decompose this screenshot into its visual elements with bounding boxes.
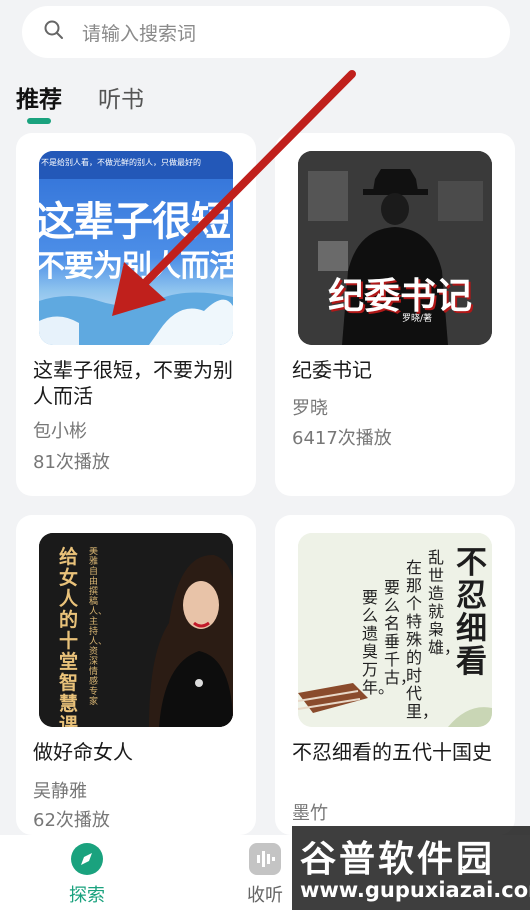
poem-line: 要么遗臭万年。 xyxy=(362,588,395,697)
book-cover: 给女人的十堂智慧课 美雅 自由撰稿人、主持人、资深情感专家 xyxy=(39,533,233,727)
audio-wave-icon xyxy=(249,843,281,875)
poem-line: 乱世造就枭雄， xyxy=(428,548,461,657)
book-title: 纪委书记 xyxy=(292,358,372,382)
book-cover: 不忍细看 乱世造就枭雄， 在那个特殊的时代里， 要么名垂千古， 要么遗臭万年。 xyxy=(298,533,492,727)
cover-poem: 乱世造就枭雄， 在那个特殊的时代里， 要么名垂千古， 要么遗臭万年。 xyxy=(344,548,461,721)
poem-line: 要么名垂千古， xyxy=(384,578,417,687)
cover-title-line1: 这辈子很短 xyxy=(39,199,231,245)
cover-byline: 美雅 自由撰稿人、主持人、资深情感专家 xyxy=(89,547,101,707)
book-card[interactable]: 纪委书记 罗晓/著 纪委书记 罗晓 6417次播放 xyxy=(275,133,515,496)
watermark-url: www.gupuxiazai.com xyxy=(300,878,530,902)
book-title: 不忍细看的五代十国史 xyxy=(292,740,492,764)
active-tab-indicator xyxy=(27,118,51,124)
play-count: 81次播放 xyxy=(33,452,110,473)
search-input[interactable]: 请输入搜索词 xyxy=(82,19,196,46)
watermark: 谷普软件园 www.gupuxiazai.com xyxy=(292,826,530,910)
book-author: 罗晓 xyxy=(292,398,328,419)
compass-icon xyxy=(71,843,103,875)
tab-audiobooks[interactable]: 听书 xyxy=(98,80,144,124)
cover-title: 纪委书记 xyxy=(328,276,473,317)
cover-title-line2: 不要为别人而活 xyxy=(39,249,233,284)
book-card[interactable]: 给女人的十堂智慧课 美雅 自由撰稿人、主持人、资深情感专家 做好命女人 吴静雅 … xyxy=(16,515,256,835)
book-title: 这辈子很短，不要为别人而活 xyxy=(33,358,233,408)
play-count: 6417次播放 xyxy=(292,428,392,449)
cover-title: 给女人的十堂智慧课 xyxy=(59,546,79,728)
nav-label: 探索 xyxy=(69,885,105,906)
search-icon xyxy=(42,18,66,46)
category-tabs: 推荐 听书 xyxy=(16,80,180,124)
book-card[interactable]: 不忍细看 乱世造就枭雄， 在那个特殊的时代里， 要么名垂千古， 要么遗臭万年。 … xyxy=(275,515,515,835)
cover-title: 不忍细看 xyxy=(456,545,487,680)
cover-author: 罗晓/著 xyxy=(402,314,433,324)
watermark-text: 谷普软件园 xyxy=(300,839,496,880)
book-author: 包小彬 xyxy=(33,421,87,442)
book-author: 吴静雅 xyxy=(33,781,87,802)
book-card[interactable]: 不是给别人看，不做光鲜的别人，只做最好的 这辈子很短 不要为别人而活 这辈子很短… xyxy=(16,133,256,496)
cover-banner: 不是给别人看，不做光鲜的别人，只做最好的 xyxy=(41,158,201,167)
nav-explore[interactable]: 探索 xyxy=(27,835,147,910)
search-bar[interactable]: 请输入搜索词 xyxy=(22,6,510,58)
book-cover: 纪委书记 罗晓/著 xyxy=(298,151,492,345)
poem-line: 在那个特殊的时代里， xyxy=(406,558,439,721)
book-cover: 不是给别人看，不做光鲜的别人，只做最好的 这辈子很短 不要为别人而活 xyxy=(39,151,233,345)
book-title: 做好命女人 xyxy=(33,740,133,764)
play-count: 62次播放 xyxy=(33,810,110,831)
book-author: 墨竹 xyxy=(292,803,328,824)
